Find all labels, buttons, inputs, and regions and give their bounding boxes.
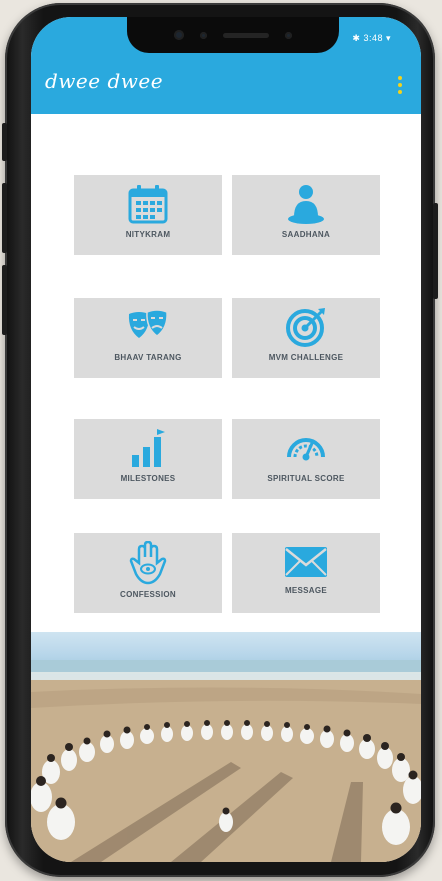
tile-mvm-challenge[interactable]: MVM CHALLENGE <box>232 298 380 378</box>
status-text: ✱ 3:48 ▾ <box>352 33 391 43</box>
photo-scene <box>31 660 421 862</box>
tile-saadhana[interactable]: SAADHANA <box>232 175 380 255</box>
phone-frame: ✱ 3:48 ▾ dwee dwee NITYKRAM SAADHANA BHA… <box>2 3 438 877</box>
tile-label: MILESTONES <box>120 474 176 483</box>
tile-confession[interactable]: CONFESSION <box>74 533 222 613</box>
tile-bhaav-tarang[interactable]: BHAAV TARANG <box>74 298 222 378</box>
overflow-menu-button[interactable] <box>393 74 407 96</box>
tile-message[interactable]: MESSAGE <box>232 533 380 613</box>
gauge-icon <box>287 438 325 461</box>
tile-label: SPIRITUAL SCORE <box>267 474 345 483</box>
phone-power-button <box>433 203 438 299</box>
tile-milestones[interactable]: MILESTONES <box>74 419 222 499</box>
sensor <box>285 31 292 39</box>
tile-label: BHAAV TARANG <box>114 353 182 362</box>
phone-side-button <box>2 123 7 161</box>
bar-chart-icon <box>132 429 165 467</box>
tile-label: MESSAGE <box>284 586 328 595</box>
phone-screen: ✱ 3:48 ▾ dwee dwee NITYKRAM SAADHANA BHA… <box>31 17 421 862</box>
phone-volume-down <box>2 265 7 335</box>
phone-notch <box>127 17 339 53</box>
phone-volume-up <box>2 183 7 253</box>
hamsa-icon <box>129 541 167 585</box>
earpiece-speaker <box>223 32 269 38</box>
meditation-icon <box>288 185 324 224</box>
target-icon <box>286 308 325 347</box>
tile-label: SAADHANA <box>281 230 331 239</box>
beach-meditation-photo <box>31 632 421 862</box>
tile-nitykram[interactable]: NITYKRAM <box>74 175 222 255</box>
sensor <box>200 31 207 39</box>
status-bar: ✱ 3:48 ▾ <box>352 33 391 44</box>
app-title: dwee dwee <box>45 69 164 93</box>
tile-label: CONFESSION <box>120 590 176 599</box>
envelope-icon <box>285 547 327 577</box>
tile-label: NITYKRAM <box>125 230 171 239</box>
tile-spiritual-score[interactable]: SPIRITUAL SCORE <box>232 419 380 499</box>
tile-label: MVM CHALLENGE <box>268 353 344 362</box>
theatre-masks-icon <box>128 309 168 338</box>
front-camera <box>174 30 184 40</box>
calendar-icon <box>128 185 168 224</box>
